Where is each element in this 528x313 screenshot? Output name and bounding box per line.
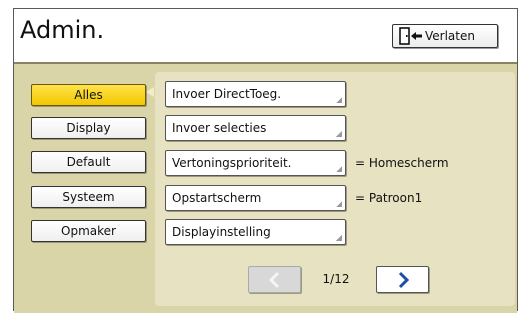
category-default-button[interactable]: Default xyxy=(31,151,146,173)
setting-invoer-directtoeg-button[interactable]: Invoer DirectToeg. xyxy=(165,81,346,107)
exit-door-icon xyxy=(399,27,422,45)
corner-marker-icon xyxy=(336,131,342,137)
page-indicator: 1/12 xyxy=(322,272,350,286)
category-opmaker-button[interactable]: Opmaker xyxy=(31,220,146,242)
category-label: Systeem xyxy=(62,190,115,204)
setting-label: Invoer selecties xyxy=(172,121,267,135)
chevron-right-icon xyxy=(398,271,409,288)
previous-page-button[interactable] xyxy=(248,266,301,293)
setting-displayinstelling-button[interactable]: Displayinstelling xyxy=(165,219,346,245)
category-label: Alles xyxy=(74,88,103,102)
corner-marker-icon xyxy=(336,166,342,172)
exit-button[interactable]: Verlaten xyxy=(392,24,498,48)
setting-label: Opstartscherm xyxy=(172,191,262,205)
setting-vertoningsprioriteit-button[interactable]: Vertoningsprioriteit. xyxy=(165,150,346,176)
active-category-pointer xyxy=(146,87,154,97)
category-display-button[interactable]: Display xyxy=(31,117,146,139)
corner-marker-icon xyxy=(336,235,342,241)
setting-value: = Patroon1 xyxy=(355,191,423,205)
corner-marker-icon xyxy=(336,201,342,207)
category-label: Display xyxy=(66,121,111,135)
setting-label: Vertoningsprioriteit. xyxy=(172,156,292,170)
setting-value: = Homescherm xyxy=(355,156,449,170)
setting-opstartscherm-button[interactable]: Opstartscherm xyxy=(165,185,346,211)
setting-invoer-selecties-button[interactable]: Invoer selecties xyxy=(165,115,346,141)
corner-marker-icon xyxy=(336,97,342,103)
next-page-button[interactable] xyxy=(376,266,429,293)
setting-label: Displayinstelling xyxy=(172,225,271,239)
category-systeem-button[interactable]: Systeem xyxy=(31,186,146,208)
category-label: Opmaker xyxy=(61,224,116,238)
chevron-left-icon xyxy=(268,271,279,288)
category-label: Default xyxy=(66,155,111,169)
page-title: Admin. xyxy=(20,16,105,44)
setting-label: Invoer DirectToeg. xyxy=(172,87,282,101)
category-alles-button[interactable]: Alles xyxy=(31,84,146,106)
exit-button-label: Verlaten xyxy=(425,29,475,43)
